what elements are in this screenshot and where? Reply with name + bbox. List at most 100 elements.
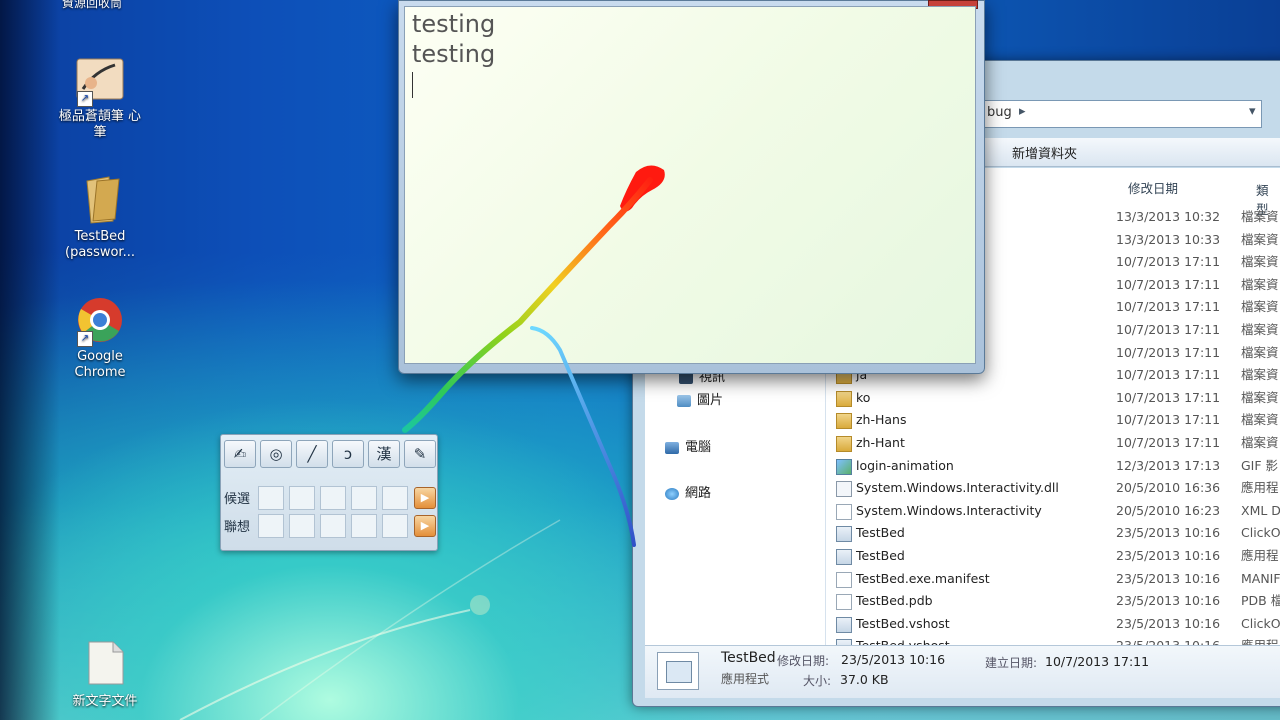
nav-item-label: 圖片 [697,393,724,408]
app-thumbnail-icon [657,652,699,690]
edit-icon[interactable]: ✎ [404,440,436,468]
file-name: login-animation [856,457,954,473]
exe-icon [836,526,852,543]
nav-item-network[interactable]: 網路 [665,485,711,503]
pictures-icon [677,394,691,407]
file-row[interactable]: System.Windows.Interactivity 20/5/2010 16… [826,500,1280,522]
file-icon [836,503,852,520]
new-folder-button[interactable]: 新增資料夾 [1012,143,1077,162]
file-name: System.Windows.Interactivity [856,502,1042,518]
eraser-icon[interactable]: ◎ [260,440,292,468]
candidate-cell[interactable] [320,486,346,510]
size-value: 37.0 KB [840,672,889,687]
exe-icon [836,616,852,633]
file-row[interactable]: TestBed.exe.manifest 23/5/2013 10:16 MANIF… [826,568,1280,590]
file-date: 10/7/2013 17:11 [1116,435,1221,450]
text-line: testing [412,40,496,68]
file-row[interactable]: TestBed.pdb 23/5/2013 10:16 PDB 檔 [826,590,1280,612]
file-type: 檔案資 [1241,367,1279,383]
navigation-pane: 視訊 圖片 電腦 網路 [645,365,826,645]
candidate-cell[interactable] [351,514,377,538]
file-type: 檔案資 [1241,412,1279,428]
file-icon [836,594,852,611]
file-name: TestBed.vshost [856,615,950,631]
nav-item-pictures[interactable]: 圖片 [677,392,723,410]
file-row[interactable]: zh-Hant 10/7/2013 17:11 檔案資 [826,432,1280,454]
screen-edge-shadow [0,0,60,720]
modified-value: 23/5/2013 10:16 [841,652,946,667]
dll-icon [836,481,852,498]
nav-item-computer[interactable]: 電腦 [665,439,711,457]
file-row[interactable]: System.Windows.Interactivity.dll 20/5/201… [826,477,1280,499]
next-page-arrow-icon[interactable]: ▶ [414,515,436,537]
file-type: PDB 檔 [1241,593,1280,609]
file-name: ko [856,389,871,405]
file-date: 10/7/2013 17:11 [1116,299,1221,315]
desktop-icon-chrome[interactable]: ↗ Google Chrome [55,295,145,381]
file-date: 13/3/2013 10:33 [1116,231,1221,247]
file-date: 20/5/2010 16:36 [1116,480,1221,496]
candidate-cell[interactable] [382,486,408,510]
file-type: 檔案資 [1241,276,1279,292]
file-row[interactable]: TestBed 23/5/2013 10:16 應用程 [826,545,1280,567]
candidate-cell[interactable] [289,514,315,538]
desktop-icon-text-document[interactable]: 新文字文件 [60,640,150,710]
file-name: zh-Hans [856,412,907,428]
recycle-bin-label[interactable]: 資源回收筒 [62,0,122,11]
file-row[interactable]: zh-Hans 10/7/2013 17:11 檔案資 [826,409,1280,431]
candidate-cell[interactable] [258,486,284,510]
dropdown-chevron-icon[interactable]: ▾ [1249,104,1256,119]
file-type: 檔案資 [1241,322,1279,337]
stroke-icon[interactable]: ɔ [332,440,364,468]
file-icon [836,571,852,588]
handwriting-icon[interactable]: ✍ [224,440,256,468]
address-bar[interactable]: bug ▸ ▾ [980,100,1262,128]
folder-icon [836,413,852,430]
next-page-arrow-icon[interactable]: ▶ [414,487,436,509]
file-type: ClickOn [1241,525,1280,541]
file-date: 23/5/2013 10:16 [1116,615,1221,631]
file-date: 13/3/2013 10:32 [1116,209,1221,224]
file-date: 10/7/2013 17:11 [1116,322,1221,337]
folder-icon [836,390,852,407]
details-pane: TestBed 應用程式 修改日期: 23/5/2013 10:16 大小: 3… [645,645,1280,698]
file-row[interactable]: login-animation 12/3/2013 17:13 GIF 影 [826,455,1280,477]
desktop-icon-handwriting[interactable]: ↗ 極品蒼頡筆 心筆 [55,55,145,141]
candidate-cell[interactable] [289,486,315,510]
file-type: 檔案資 [1241,299,1279,315]
size-label: 大小: [803,674,832,688]
desktop-icon-label: 新文字文件 [72,694,138,709]
desktop-icon-testbed[interactable]: TestBed (passwor... [55,175,145,261]
desktop-icon-label: Google Chrome [74,349,126,380]
association-label: 聯想 [224,520,251,535]
breadcrumb-chevron-icon[interactable]: ▸ [1019,104,1026,119]
file-type: GIF 影 [1241,457,1279,473]
candidate-cell[interactable] [320,514,346,538]
column-header-date[interactable]: 修改日期 [1128,178,1178,197]
file-row[interactable]: ko 10/7/2013 17:11 檔案資 [826,387,1280,409]
file-date: 10/7/2013 17:11 [1116,412,1221,428]
text-caret [412,72,413,98]
chinese-char-icon[interactable]: 漢 [368,440,400,468]
file-date: 10/7/2013 17:11 [1116,254,1221,270]
desktop-icon-label: 極品蒼頡筆 心筆 [58,109,142,140]
file-name: System.Windows.Interactivity.dll [856,480,1059,496]
nav-item-label: 網路 [685,486,712,501]
candidate-cell[interactable] [351,486,377,510]
file-type: 檔案資 [1241,209,1279,224]
file-type: 檔案資 [1241,344,1279,360]
chrome-icon: ↗ [75,295,125,347]
candidate-cell[interactable] [382,514,408,538]
selected-file-name: TestBed [721,650,776,666]
file-date: 20/5/2010 16:23 [1116,502,1221,518]
file-name: TestBed.exe.manifest [856,570,990,586]
file-date: 10/7/2013 17:11 [1116,276,1221,292]
pen-icon[interactable]: ╱ [296,440,328,468]
file-date: 23/5/2013 10:16 [1116,525,1221,541]
nav-item-label: 電腦 [685,440,712,455]
file-row[interactable]: TestBed.vshost 23/5/2013 10:16 ClickOn [826,613,1280,635]
candidate-cell[interactable] [258,514,284,538]
computer-icon [665,441,679,454]
file-row[interactable]: TestBed 23/5/2013 10:16 ClickOn [826,522,1280,544]
file-name: zh-Hant [856,435,905,450]
